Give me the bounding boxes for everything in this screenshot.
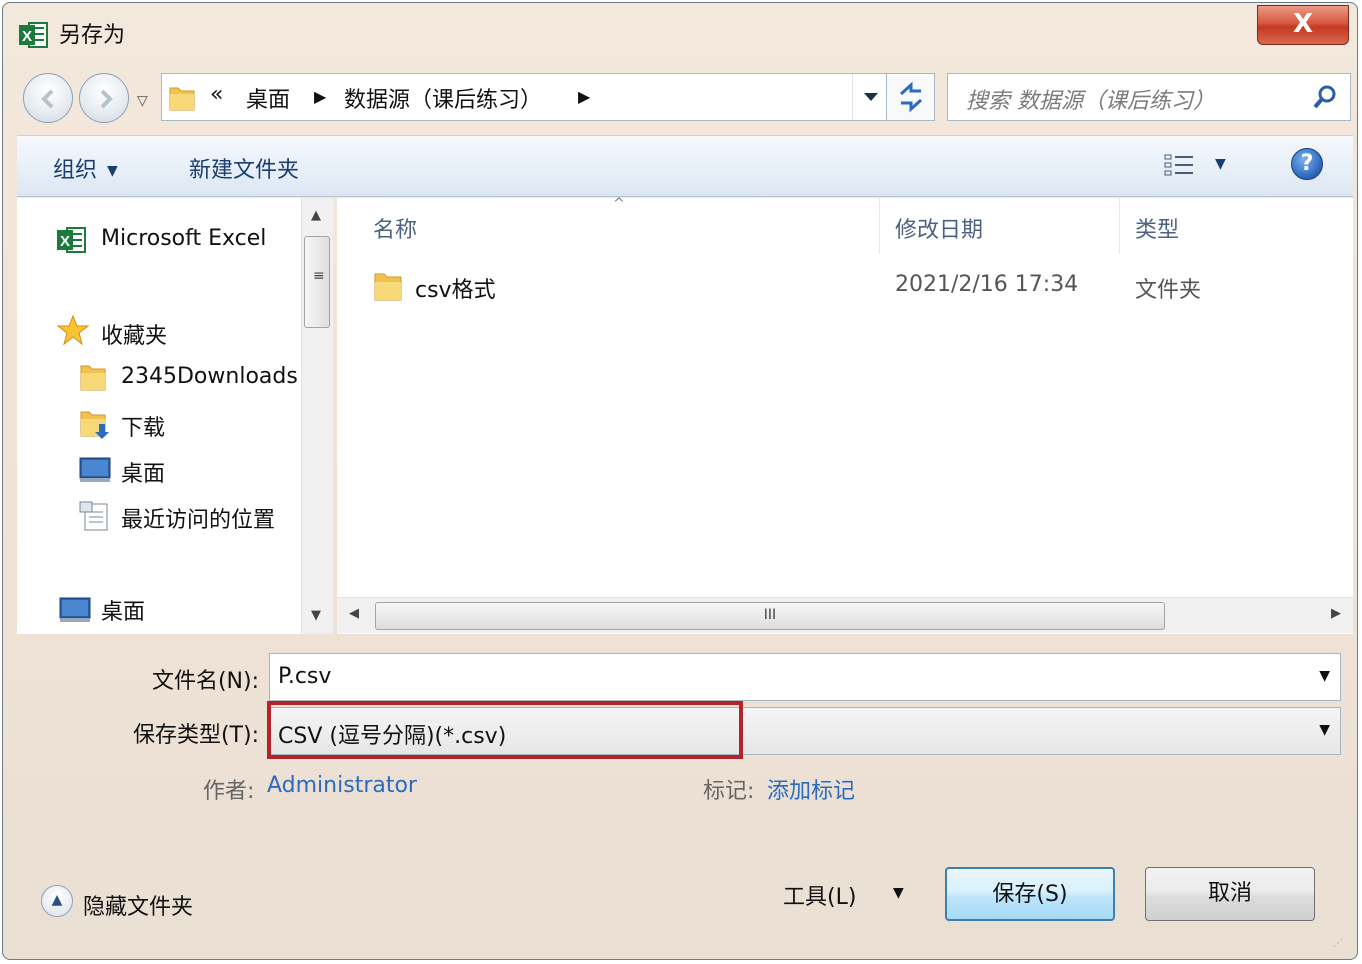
- file-name: csv格式: [415, 278, 496, 303]
- desktop-icon: [79, 457, 111, 482]
- scroll-left-icon[interactable]: ◀: [349, 606, 359, 621]
- save-button[interactable]: 保存(S): [945, 867, 1115, 921]
- recent-pages-dropdown[interactable]: ▽: [137, 93, 148, 109]
- file-list: ^ 名称 修改日期 类型 csv格式 2021/2/16 17:34 文件夹: [337, 196, 1353, 634]
- help-icon[interactable]: ?: [1291, 148, 1323, 180]
- tools-menu[interactable]: 工具(L): [783, 879, 856, 911]
- chevron-up-icon: ▲: [41, 885, 73, 917]
- folder-icon: [169, 87, 195, 111]
- navigation-pane: X Microsoft Excel 收藏夹 2345Downloads 下载 桌…: [17, 198, 301, 634]
- excel-icon: X: [57, 227, 86, 253]
- author-label: 作者:: [203, 779, 255, 804]
- back-button[interactable]: [23, 73, 73, 123]
- command-toolbar: 组织 ▼ 新建文件夹 ▼ ?: [17, 135, 1353, 197]
- nav-item-2345downloads[interactable]: 2345Downloads: [121, 364, 301, 389]
- table-row[interactable]: csv格式 2021/2/16 17:34 文件夹: [367, 264, 1327, 308]
- highlight-annotation: [267, 701, 743, 759]
- nav-item-excel[interactable]: Microsoft Excel: [101, 226, 297, 251]
- scroll-down-icon[interactable]: ▼: [311, 608, 321, 623]
- breadcrumb-datasource[interactable]: 数据源（课后练习）: [344, 82, 542, 114]
- chevron-down-icon: [864, 93, 878, 101]
- search-input[interactable]: 搜索 数据源（课后练习）: [966, 83, 1215, 115]
- svg-text:X: X: [22, 28, 32, 45]
- organize-label: 组织: [53, 158, 98, 183]
- new-folder-button[interactable]: 新建文件夹: [189, 152, 299, 184]
- search-icon[interactable]: [1312, 84, 1338, 110]
- sort-ascending-icon: ^: [613, 196, 625, 212]
- view-options-icon[interactable]: [1163, 152, 1195, 178]
- view-dropdown-icon[interactable]: ▼: [1215, 156, 1226, 172]
- breadcrumb-separator-icon[interactable]: ▶: [314, 87, 326, 106]
- downloads-folder-icon: [80, 411, 109, 439]
- scroll-right-icon[interactable]: ▶: [1331, 606, 1341, 621]
- column-divider[interactable]: [1119, 198, 1120, 254]
- hide-folders-label: 隐藏文件夹: [83, 895, 194, 920]
- grip-icon: III: [763, 607, 777, 623]
- column-header-date[interactable]: 修改日期: [895, 212, 983, 244]
- refresh-button[interactable]: [886, 74, 934, 120]
- forward-button[interactable]: [79, 73, 129, 123]
- navigation-scrollbar[interactable]: ▲ ≡ ▼: [301, 198, 333, 634]
- breadcrumb-overflow[interactable]: «: [210, 82, 223, 107]
- nav-item-favorites[interactable]: 收藏夹: [101, 318, 297, 350]
- file-list-scrollbar[interactable]: ◀ III ▶: [337, 597, 1353, 633]
- scrollbar-thumb[interactable]: III: [375, 602, 1165, 630]
- svg-text:X: X: [60, 233, 70, 250]
- address-dropdown[interactable]: [852, 74, 888, 120]
- filename-field[interactable]: P.csv ▼: [269, 653, 1341, 701]
- scroll-up-icon[interactable]: ▲: [311, 208, 321, 223]
- breadcrumb-desktop[interactable]: 桌面: [246, 82, 290, 114]
- chevron-down-icon[interactable]: ▼: [1319, 668, 1330, 684]
- arrow-right-icon: [100, 89, 113, 109]
- title-bar: X 另存为 X: [3, 3, 1357, 65]
- grip-icon: ≡: [313, 268, 325, 284]
- folder-icon: [374, 273, 402, 301]
- refresh-icon: [899, 81, 923, 113]
- filename-input[interactable]: P.csv: [278, 664, 331, 689]
- add-tags-link[interactable]: 添加标记: [767, 773, 855, 805]
- window-title: 另存为: [59, 23, 126, 48]
- address-bar[interactable]: « 桌面 ▶ 数据源（课后练习） ▶: [161, 73, 935, 121]
- file-date: 2021/2/16 17:34: [895, 272, 1079, 297]
- filetype-label: 保存类型(T):: [132, 723, 259, 748]
- author-value[interactable]: Administrator: [267, 773, 417, 798]
- recent-places-icon: [79, 501, 108, 531]
- chevron-down-icon[interactable]: ▼: [1319, 722, 1330, 738]
- save-as-dialog: X 另存为 X ▽ « 桌面 ▶ 数据源（课后练习） ▶ 搜索 数据源（课后练习…: [2, 2, 1358, 960]
- search-box[interactable]: 搜索 数据源（课后练习）: [947, 73, 1351, 121]
- file-type: 文件夹: [1135, 278, 1202, 303]
- nav-item-recent-places[interactable]: 最近访问的位置: [121, 502, 301, 534]
- filename-label: 文件名(N):: [151, 669, 259, 694]
- tags-label: 标记:: [703, 779, 755, 804]
- chevron-down-icon: ▼: [107, 163, 118, 179]
- column-header-name[interactable]: 名称: [373, 212, 417, 244]
- nav-item-desktop[interactable]: 桌面: [121, 456, 301, 488]
- close-button[interactable]: X: [1257, 5, 1349, 45]
- desktop-icon: [59, 597, 91, 622]
- excel-icon: X: [19, 22, 48, 48]
- star-icon: [57, 314, 89, 346]
- breadcrumb-separator-icon[interactable]: ▶: [578, 87, 590, 106]
- chevron-down-icon[interactable]: ▼: [893, 885, 904, 901]
- column-divider[interactable]: [879, 198, 880, 254]
- organize-menu[interactable]: 组织 ▼: [53, 152, 118, 184]
- resize-grip-icon[interactable]: ⋰: [1333, 938, 1343, 949]
- nav-item-desktop-root[interactable]: 桌面: [101, 594, 297, 626]
- folder-icon: [80, 365, 106, 391]
- scrollbar-thumb[interactable]: ≡: [304, 236, 330, 328]
- arrow-left-icon: [41, 89, 54, 109]
- cancel-button[interactable]: 取消: [1145, 867, 1315, 921]
- nav-item-downloads[interactable]: 下载: [121, 410, 301, 442]
- column-header-type[interactable]: 类型: [1135, 212, 1179, 244]
